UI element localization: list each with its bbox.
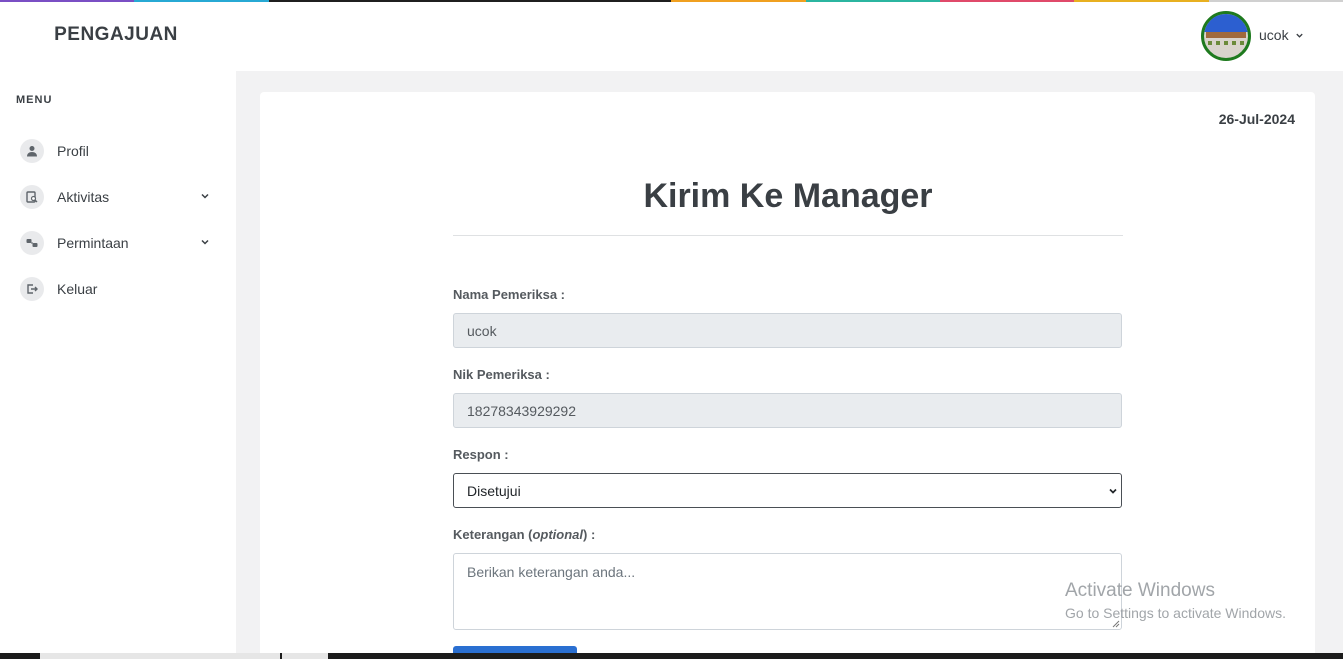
nama-pemeriksa-field: ucok <box>453 313 1122 348</box>
title-divider <box>453 235 1123 236</box>
sidebar-item-label: Aktivitas <box>57 189 110 205</box>
chevron-down-icon <box>1109 488 1117 494</box>
keterangan-label-optional: optional <box>532 527 584 542</box>
user-menu-name[interactable]: ucok <box>1259 27 1289 43</box>
chevron-down-icon[interactable] <box>200 237 210 247</box>
menu-heading: MENU <box>16 94 53 106</box>
nama-pemeriksa-label: Nama Pemeriksa : <box>453 287 566 302</box>
respon-select[interactable]: Disetujui <box>453 473 1122 508</box>
taskbar-item[interactable] <box>282 653 328 659</box>
activity-search-icon <box>20 185 44 209</box>
chevron-down-icon[interactable] <box>1295 31 1304 40</box>
sidebar: PENGAJUAN MENU Profil Aktivitas Perminta… <box>0 0 236 659</box>
sidebar-item-label: Keluar <box>57 281 98 297</box>
os-taskbar <box>0 653 1343 659</box>
top-color-stripe <box>0 0 1343 2</box>
nik-pemeriksa-field: 18278343929292 <box>453 393 1122 428</box>
sidebar-item-keluar[interactable]: Keluar <box>0 266 236 312</box>
current-date: 26-Jul-2024 <box>1218 111 1295 127</box>
respon-selected-value: Disetujui <box>467 482 521 499</box>
sidebar-item-permintaan[interactable]: Permintaan <box>0 220 236 266</box>
resize-handle-icon[interactable] <box>1111 619 1120 628</box>
request-icon <box>20 231 44 255</box>
sidebar-item-profil[interactable]: Profil <box>0 128 236 174</box>
keterangan-label-prefix: Keterangan ( <box>453 527 533 542</box>
keterangan-label: Keterangan (optional) : <box>453 527 595 542</box>
form-card: 26-Jul-2024 Kirim Ke Manager Nama Pemeri… <box>260 92 1315 659</box>
respon-label: Respon : <box>453 447 509 462</box>
sidebar-item-label: Profil <box>57 143 89 159</box>
user-icon <box>20 139 44 163</box>
keterangan-textarea[interactable]: Berikan keterangan anda... <box>453 553 1122 630</box>
sidebar-item-aktivitas[interactable]: Aktivitas <box>0 174 236 220</box>
sidebar-item-label: Permintaan <box>57 235 129 251</box>
chevron-down-icon[interactable] <box>200 191 210 201</box>
nik-pemeriksa-label: Nik Pemeriksa : <box>453 367 550 382</box>
taskbar-item[interactable] <box>40 653 280 659</box>
brand-title[interactable]: PENGAJUAN <box>0 24 232 46</box>
avatar[interactable] <box>1201 11 1251 61</box>
keterangan-placeholder: Berikan keterangan anda... <box>467 564 636 580</box>
page-title: Kirim Ke Manager <box>643 177 933 215</box>
sidebar-nav: Profil Aktivitas Permintaan Keluar <box>0 128 236 312</box>
top-header <box>236 0 1343 71</box>
keterangan-label-suffix: ) : <box>583 527 596 542</box>
logout-icon <box>20 277 44 301</box>
